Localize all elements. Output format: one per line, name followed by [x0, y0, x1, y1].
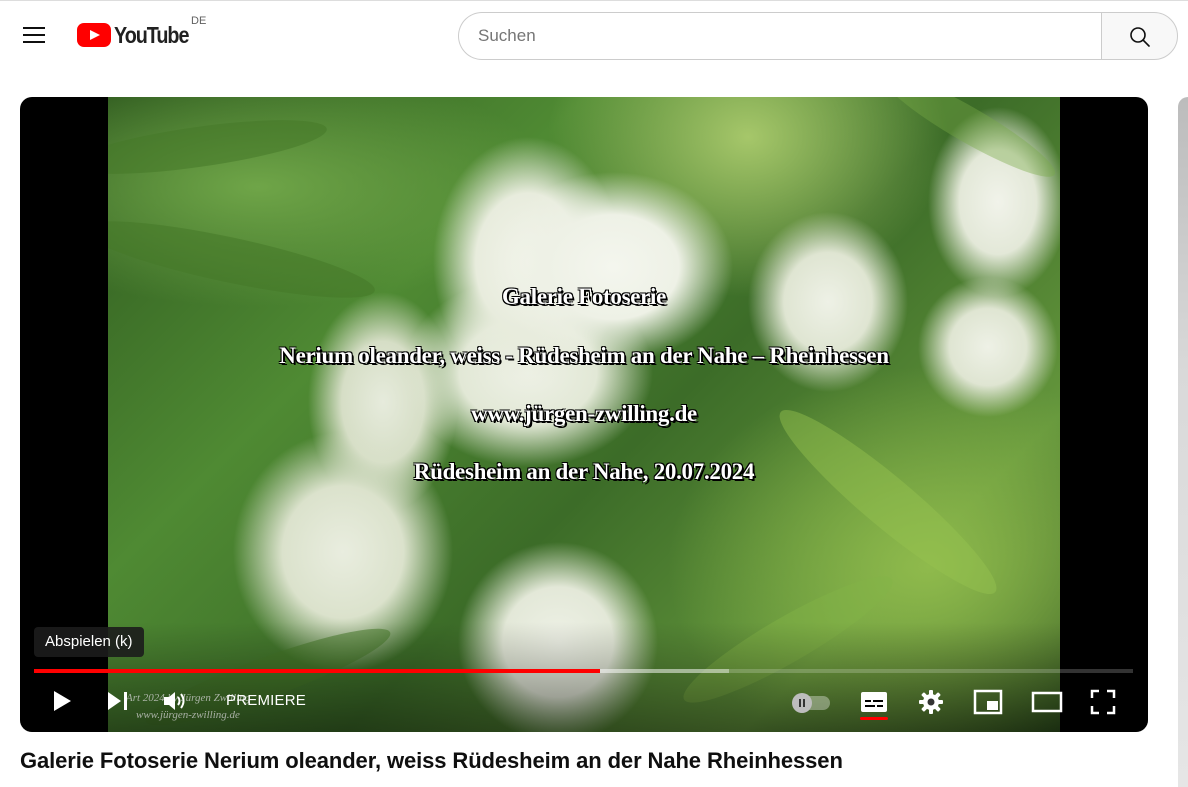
fullscreen-icon[interactable]: [1090, 689, 1116, 715]
theater-icon[interactable]: [1031, 691, 1063, 713]
youtube-logo-icon: [77, 23, 111, 47]
volume-icon[interactable]: [162, 689, 188, 713]
logo-text: YouTube: [114, 21, 189, 48]
play-tooltip: Abspielen (k): [34, 627, 144, 657]
overlay-line-2: Nerium oleander, weiss - Rüdesheim an de…: [279, 343, 889, 368]
overlay-line-1: Galerie Fotoserie: [501, 284, 667, 309]
play-icon[interactable]: [50, 689, 74, 713]
search-icon: [1130, 27, 1150, 47]
masthead: YouTube DE: [0, 0, 1188, 68]
autoplay-toggle-icon: [792, 693, 812, 713]
search-input[interactable]: [459, 13, 1102, 59]
next-icon[interactable]: [106, 689, 130, 713]
country-code: DE: [191, 15, 207, 27]
video-title: Galerie Fotoserie Nerium oleander, weiss…: [20, 748, 843, 773]
premiere-label: PREMIERE: [226, 692, 306, 709]
progress-bar[interactable]: [34, 669, 1133, 673]
settings-icon[interactable]: [918, 689, 944, 715]
related-sidebar-edge: [1178, 97, 1188, 787]
overlay-line-4: Rüdesheim an der Nahe, 20.07.2024: [413, 459, 755, 484]
miniplayer-icon[interactable]: [973, 689, 1003, 715]
overlay-line-3: www.jürgen-zwilling.de: [471, 401, 697, 426]
subtitles-icon[interactable]: [860, 691, 888, 713]
autoplay-toggle[interactable]: [792, 693, 830, 713]
subtitles-active-indicator: [860, 717, 888, 720]
menu-icon[interactable]: [18, 19, 52, 53]
search-box: [458, 12, 1102, 60]
search-button[interactable]: [1101, 12, 1178, 60]
youtube-logo[interactable]: YouTube: [77, 21, 201, 49]
video-player[interactable]: Galerie Fotoserie Nerium oleander, weiss…: [20, 97, 1148, 732]
watermark-line-2: www.jürgen-zwilling.de: [136, 709, 240, 721]
progress-played: [34, 669, 600, 673]
